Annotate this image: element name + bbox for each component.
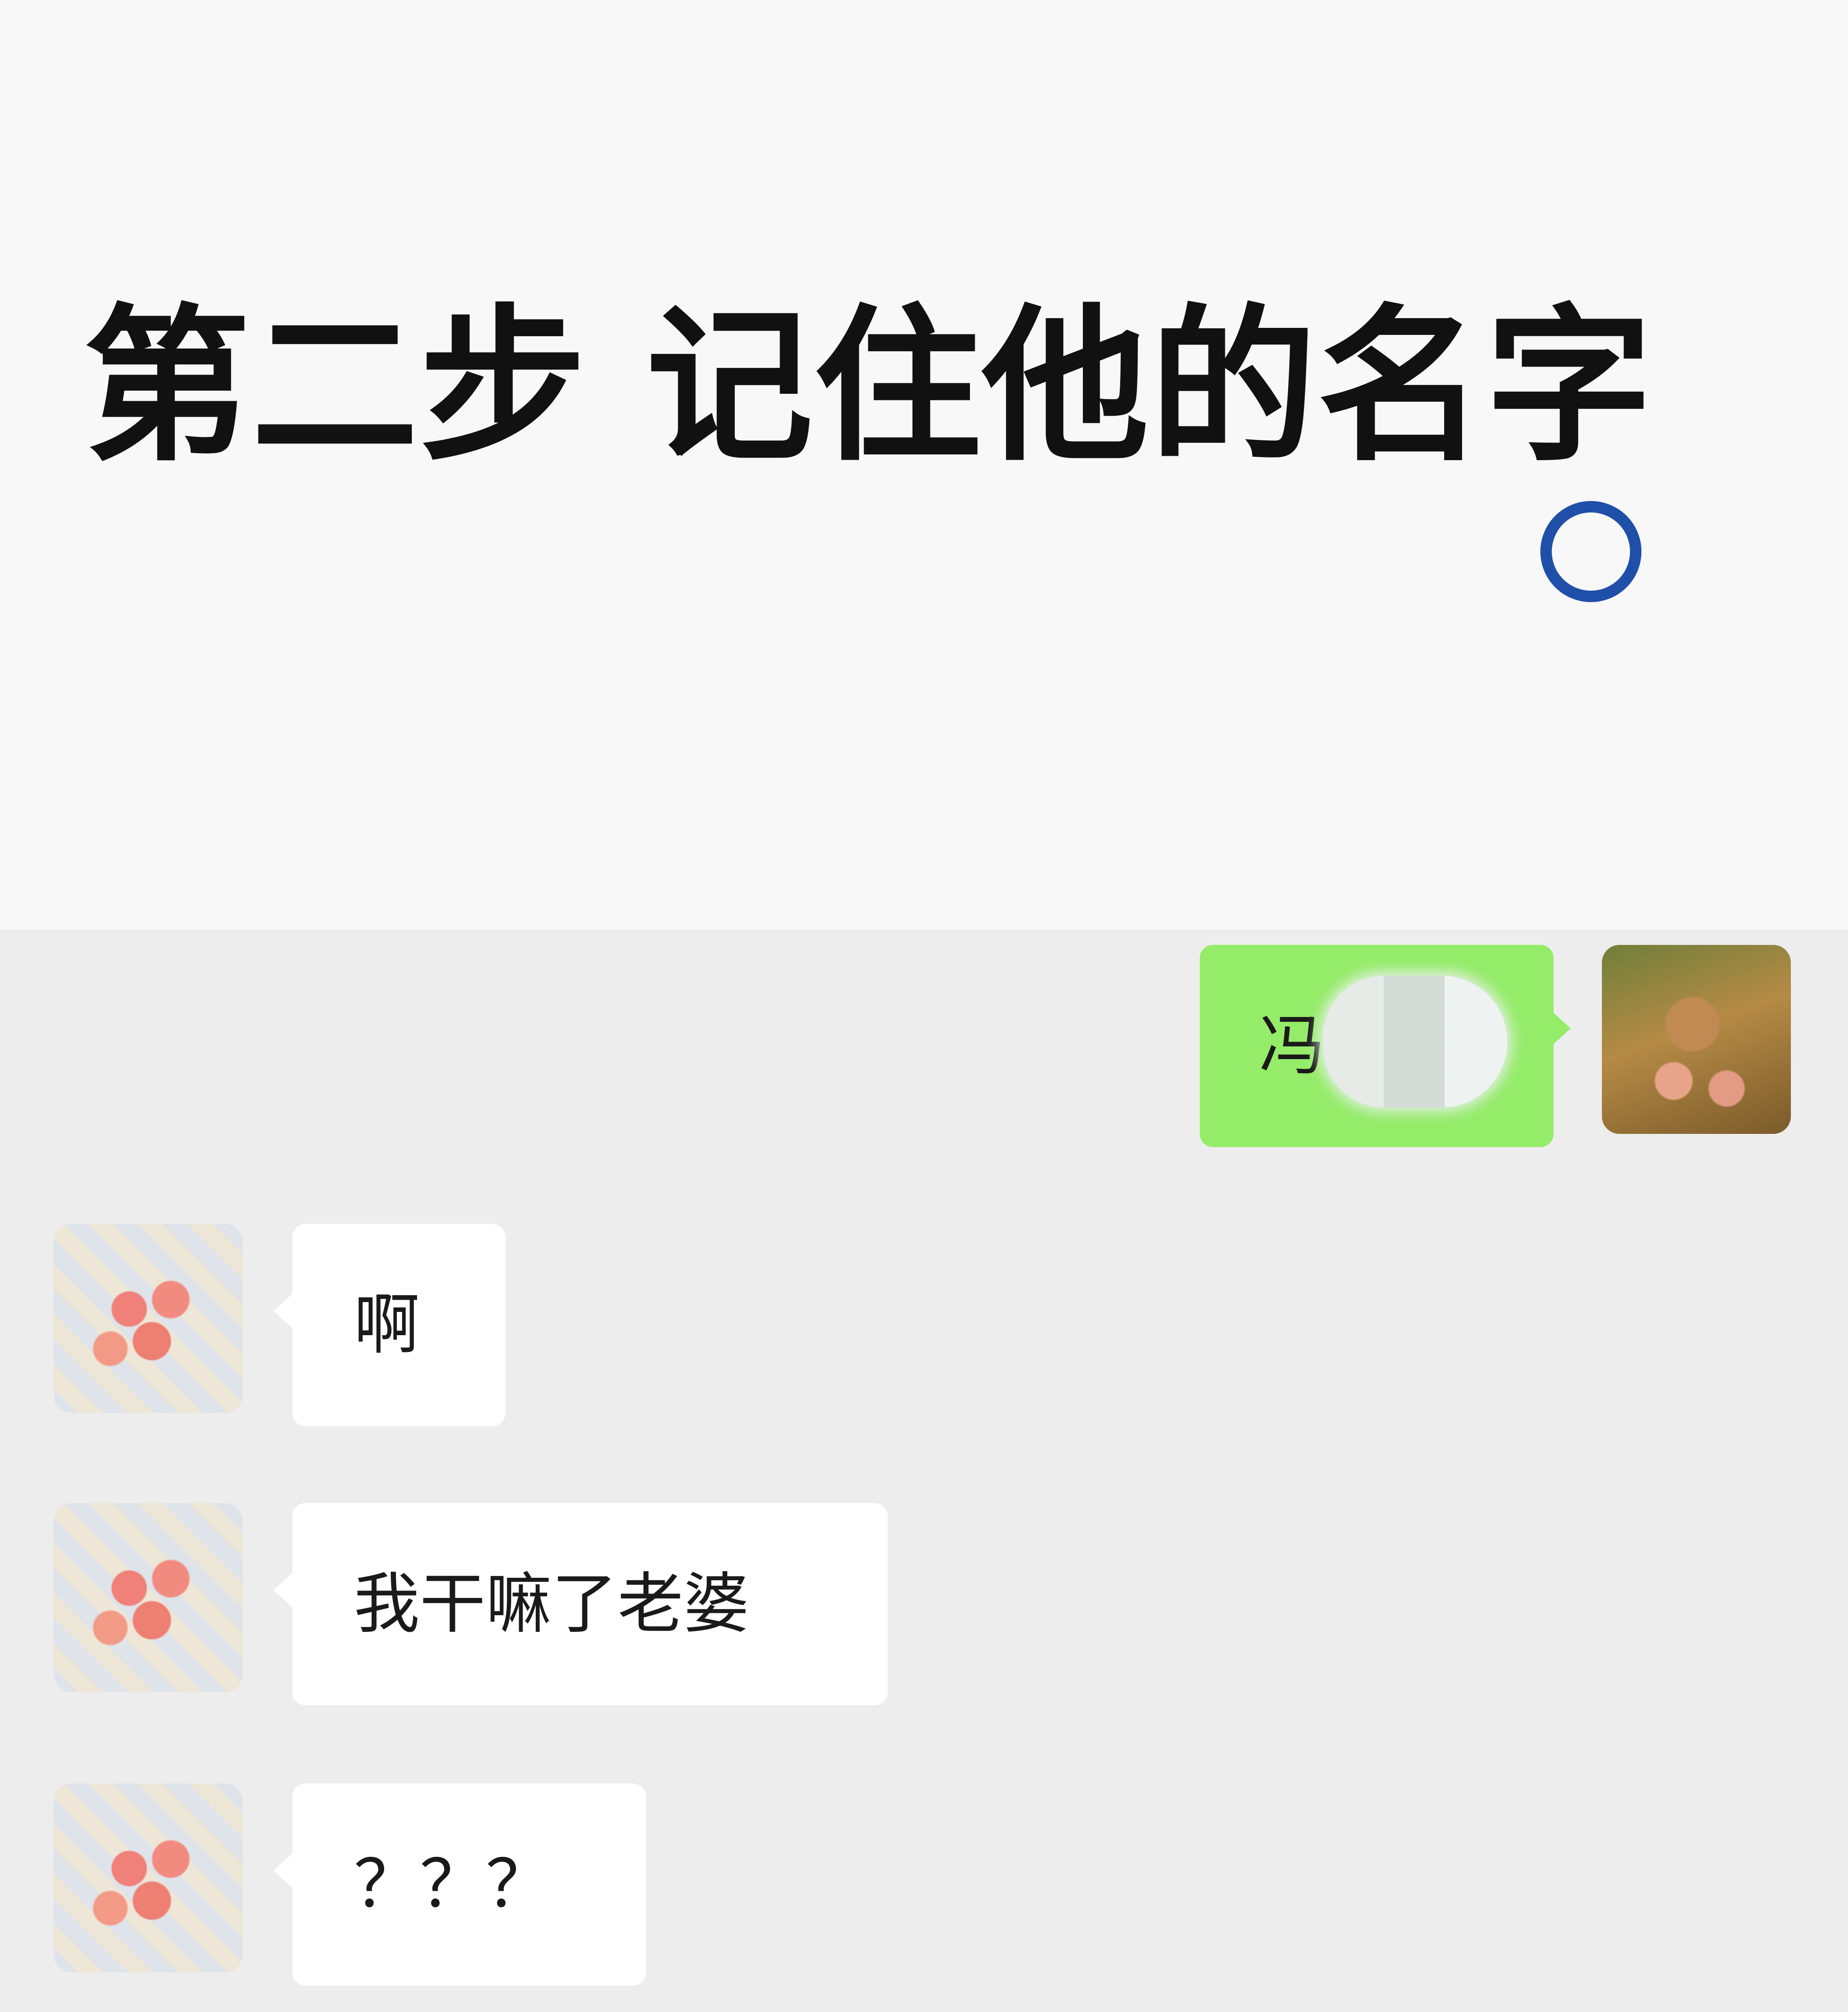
- message-bubble-received[interactable]: ？？？: [292, 1783, 646, 1986]
- message-text: ？？？: [354, 1846, 552, 1923]
- step-banner: 第二步 记住他的名字: [0, 0, 1848, 930]
- contact-avatar[interactable]: [54, 1503, 243, 1692]
- bubble-tail: [273, 1573, 293, 1608]
- bubble-tail: [273, 1853, 293, 1888]
- chat-area[interactable]: [0, 930, 1848, 2012]
- message-bubble-received[interactable]: 我干嘛了老婆: [292, 1503, 888, 1705]
- my-avatar[interactable]: [1602, 945, 1791, 1134]
- redaction-mosaic: [1323, 976, 1507, 1108]
- message-bubble-received[interactable]: 啊: [292, 1224, 505, 1426]
- bubble-tail: [1551, 1011, 1571, 1046]
- banner-title: 第二步 记住他的名字: [84, 289, 1654, 484]
- contact-avatar[interactable]: [54, 1783, 243, 1972]
- message-text: 我干嘛了老婆: [354, 1566, 750, 1642]
- contact-avatar[interactable]: [54, 1224, 243, 1413]
- circle-icon: [1540, 501, 1641, 602]
- message-text: 啊: [354, 1287, 420, 1363]
- message-text: 冯: [1259, 1008, 1325, 1084]
- bubble-tail: [273, 1293, 293, 1329]
